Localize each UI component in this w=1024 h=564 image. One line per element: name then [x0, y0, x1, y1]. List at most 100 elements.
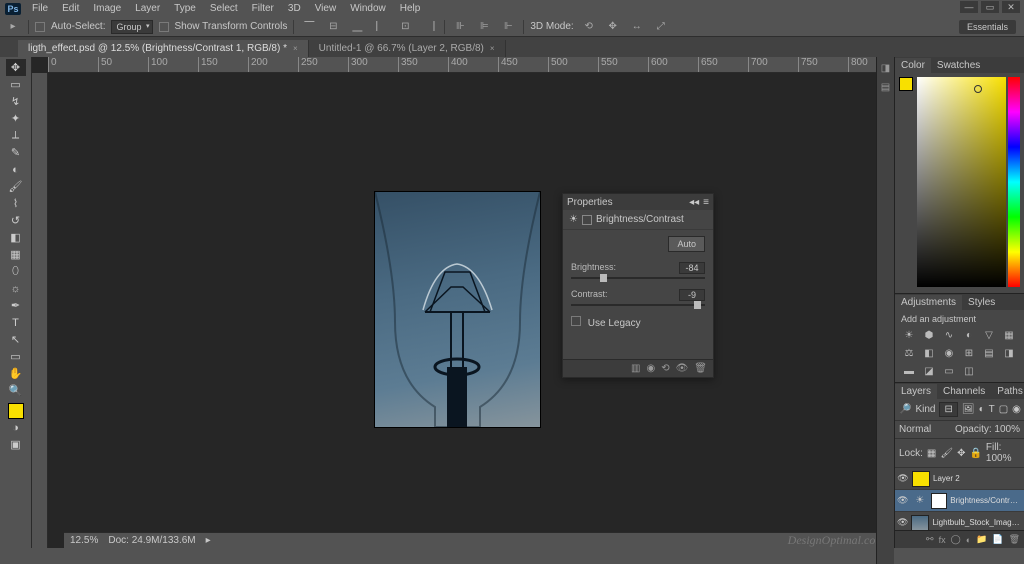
- align-top-icon[interactable]: ⎺: [300, 19, 318, 35]
- actions-icon[interactable]: ▤: [881, 82, 890, 93]
- tab-paths[interactable]: Paths: [991, 384, 1024, 399]
- lock-all-icon[interactable]: 🔒: [969, 448, 981, 459]
- move-tool[interactable]: ✥: [6, 59, 26, 76]
- tab-adjustments[interactable]: Adjustments: [895, 295, 962, 310]
- hand-tool[interactable]: ✋: [6, 365, 26, 382]
- screenmode-tool[interactable]: ▣: [6, 436, 26, 453]
- blur-tool[interactable]: ⬯: [6, 263, 26, 280]
- auto-select-dropdown[interactable]: Group: [111, 20, 152, 34]
- eyedropper-tool[interactable]: ✎: [6, 144, 26, 161]
- fill-value[interactable]: 100%: [986, 453, 1012, 464]
- mask-add-icon[interactable]: ◯: [951, 534, 961, 545]
- history-brush-tool[interactable]: ↺: [6, 212, 26, 229]
- align-vcenter-icon[interactable]: ⊟: [324, 19, 342, 35]
- eye-icon[interactable]: 👁: [897, 495, 908, 506]
- menu-help[interactable]: Help: [394, 1, 427, 16]
- menu-type[interactable]: Type: [168, 1, 202, 16]
- dodge-tool[interactable]: ☼: [6, 280, 26, 297]
- lock-pos-icon[interactable]: ✥: [957, 448, 965, 459]
- filter-icon-2[interactable]: ◐: [979, 404, 985, 415]
- document-tab[interactable]: Untitled-1 @ 66.7% (Layer 2, RGB/8)×: [309, 40, 506, 57]
- auto-select-checkbox[interactable]: [35, 22, 45, 32]
- 3d-orbit-icon[interactable]: ⟲: [580, 19, 598, 35]
- marquee-tool[interactable]: ▭: [6, 76, 26, 93]
- filter-icon-3[interactable]: T: [989, 404, 995, 415]
- brightness-adj-icon[interactable]: ☀: [901, 328, 917, 342]
- distribute-icon-2[interactable]: ⊫: [475, 19, 493, 35]
- eye-icon[interactable]: 👁: [897, 473, 909, 484]
- gradient-tool[interactable]: ▦: [6, 246, 26, 263]
- panel-menu-icon[interactable]: ≡: [703, 197, 709, 208]
- canvas[interactable]: [375, 192, 540, 427]
- colorbal-adj-icon[interactable]: ⚖: [901, 346, 917, 360]
- contrast-value[interactable]: -9: [679, 289, 705, 301]
- lasso-tool[interactable]: ↯: [6, 93, 26, 110]
- filter-kind[interactable]: Kind: [915, 404, 935, 415]
- link-icon[interactable]: ⚯: [926, 534, 934, 545]
- history-icon[interactable]: ◨: [881, 63, 890, 74]
- quickmask-tool[interactable]: ◑: [6, 419, 26, 436]
- levels-adj-icon[interactable]: ⬢: [921, 328, 937, 342]
- menu-window[interactable]: Window: [344, 1, 392, 16]
- tab-styles[interactable]: Styles: [962, 295, 1001, 310]
- tab-channels[interactable]: Channels: [937, 384, 991, 399]
- view-prev-icon[interactable]: ◉: [646, 363, 655, 374]
- menu-3d[interactable]: 3D: [282, 1, 307, 16]
- color-swatch[interactable]: [899, 77, 913, 91]
- hue-adj-icon[interactable]: ▦: [1001, 328, 1017, 342]
- legacy-checkbox[interactable]: [571, 316, 581, 326]
- crop-tool[interactable]: ⟂: [6, 127, 26, 144]
- menu-view[interactable]: View: [309, 1, 343, 16]
- filter-icon-1[interactable]: 🖼: [962, 404, 975, 415]
- mixer-adj-icon[interactable]: ⊞: [961, 346, 977, 360]
- close-button[interactable]: ✕: [1002, 1, 1020, 13]
- foreground-color[interactable]: [8, 403, 24, 419]
- gradmap-adj-icon[interactable]: ▭: [941, 364, 957, 378]
- new-layer-icon[interactable]: 📄: [992, 534, 1003, 545]
- trash-icon[interactable]: 🗑: [1009, 534, 1020, 545]
- zoom-tool[interactable]: 🔍: [6, 382, 26, 399]
- thresh-adj-icon[interactable]: ◪: [921, 364, 937, 378]
- blend-mode-dropdown[interactable]: Normal: [899, 424, 949, 435]
- pen-tool[interactable]: ✒: [6, 297, 26, 314]
- heal-tool[interactable]: ◐: [6, 161, 26, 178]
- menu-file[interactable]: File: [26, 1, 54, 16]
- exposure-adj-icon[interactable]: ◐: [961, 328, 977, 342]
- close-tab-icon[interactable]: ×: [293, 44, 298, 53]
- adj-add-icon[interactable]: ◐: [966, 535, 971, 545]
- collapse-icon[interactable]: ◂◂: [689, 197, 699, 208]
- align-left-icon[interactable]: ⎸: [372, 19, 390, 35]
- vibrance-adj-icon[interactable]: ▽: [981, 328, 997, 342]
- document-tab[interactable]: ligth_effect.psd @ 12.5% (Brightness/Con…: [18, 40, 309, 57]
- stamp-tool[interactable]: ⌇: [6, 195, 26, 212]
- auto-button[interactable]: Auto: [668, 236, 705, 252]
- lookup-adj-icon[interactable]: ▤: [981, 346, 997, 360]
- 3d-pan-icon[interactable]: ✥: [604, 19, 622, 35]
- curves-adj-icon[interactable]: ∿: [941, 328, 957, 342]
- tab-layers[interactable]: Layers: [895, 384, 937, 399]
- align-hcenter-icon[interactable]: ⊡: [396, 19, 414, 35]
- opacity-value[interactable]: 100%: [994, 424, 1020, 435]
- layer-row[interactable]: 👁Layer 2: [895, 468, 1024, 490]
- menu-image[interactable]: Image: [87, 1, 127, 16]
- invert-adj-icon[interactable]: ◨: [1001, 346, 1017, 360]
- distribute-icon-3[interactable]: ⊩: [499, 19, 517, 35]
- minimize-button[interactable]: —: [960, 1, 978, 13]
- zoom-level[interactable]: 12.5%: [70, 535, 98, 546]
- menu-layer[interactable]: Layer: [129, 1, 166, 16]
- contrast-slider[interactable]: [571, 304, 705, 306]
- close-tab-icon[interactable]: ×: [490, 44, 495, 53]
- menu-select[interactable]: Select: [204, 1, 244, 16]
- wand-tool[interactable]: ✦: [6, 110, 26, 127]
- hue-slider[interactable]: [1008, 77, 1020, 287]
- tab-swatches[interactable]: Swatches: [931, 58, 986, 73]
- brush-tool[interactable]: 🖌: [6, 178, 26, 195]
- menu-filter[interactable]: Filter: [246, 1, 280, 16]
- shape-tool[interactable]: ▭: [6, 348, 26, 365]
- delete-icon[interactable]: 🗑: [694, 363, 707, 374]
- tab-color[interactable]: Color: [895, 58, 931, 73]
- fx-icon[interactable]: fx: [939, 535, 946, 545]
- 3d-scale-icon[interactable]: ⤢: [652, 19, 670, 35]
- eye-icon[interactable]: 👁: [897, 517, 908, 528]
- path-tool[interactable]: ↖: [6, 331, 26, 348]
